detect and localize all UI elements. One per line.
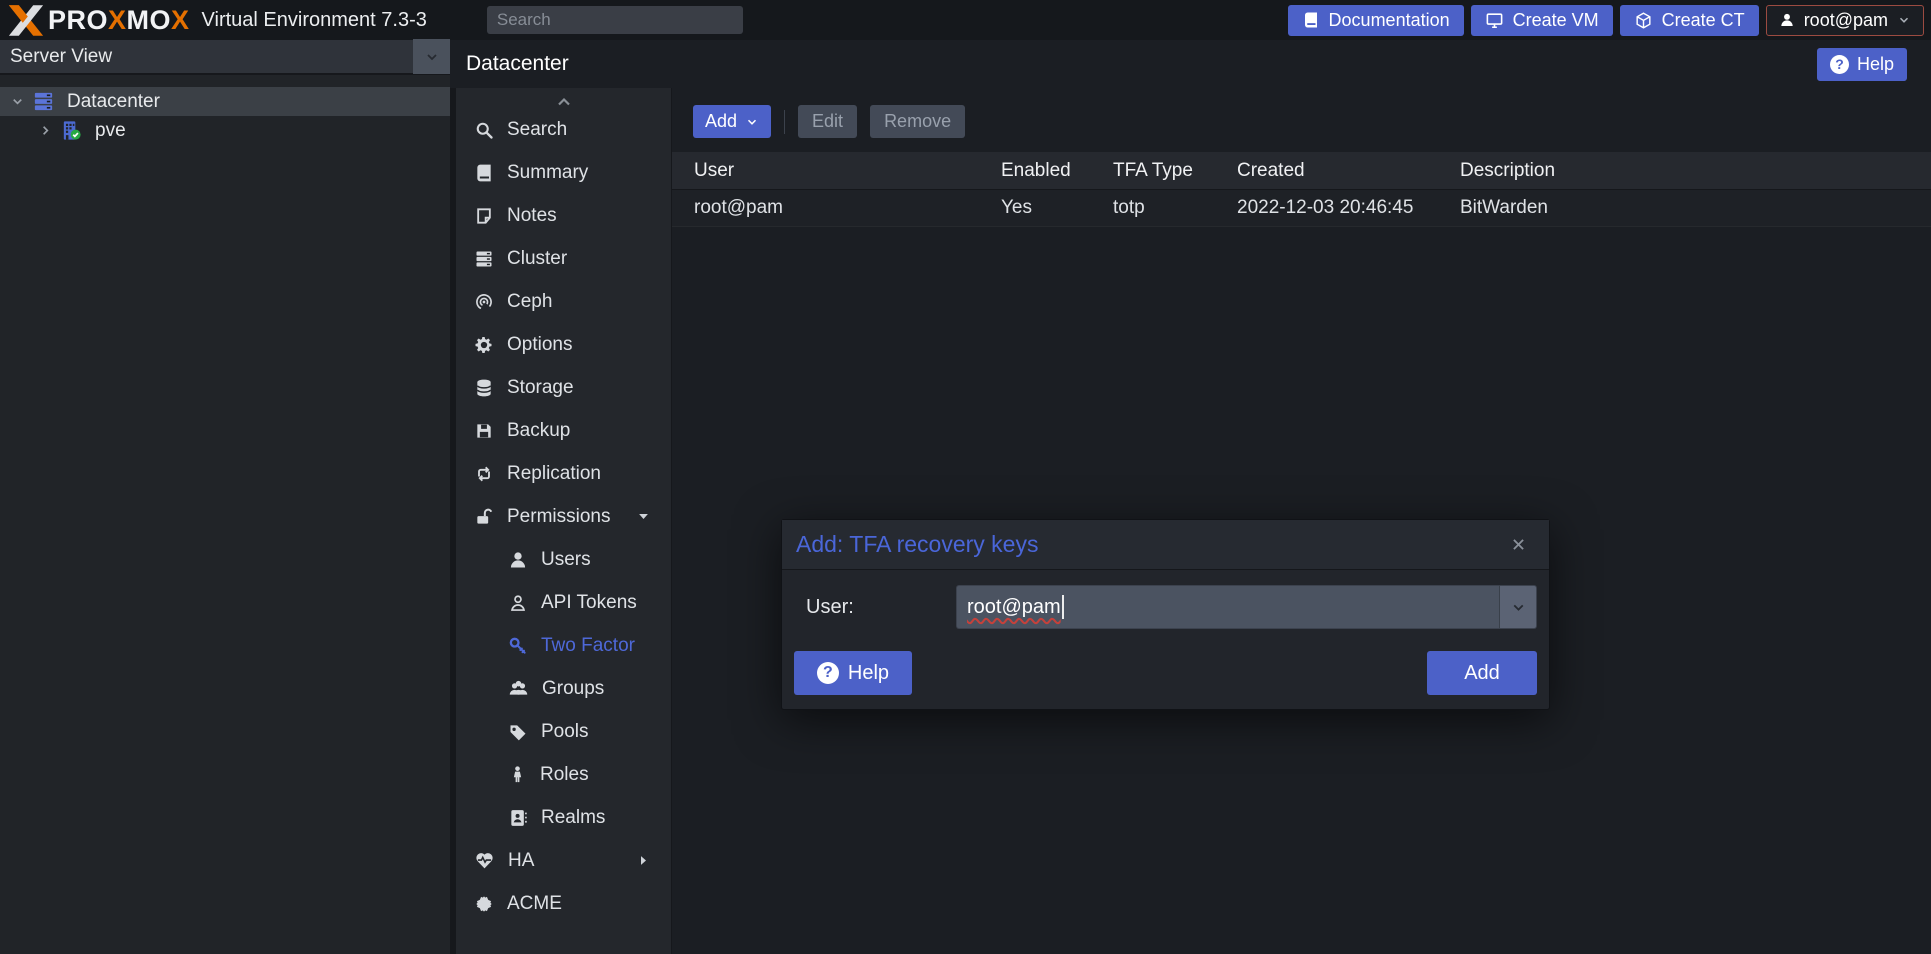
user-outline-icon bbox=[508, 593, 528, 613]
sync-arrows-icon bbox=[474, 464, 494, 484]
close-icon[interactable] bbox=[1510, 536, 1527, 553]
address-book-icon bbox=[508, 808, 528, 828]
column-header-enabled[interactable]: Enabled bbox=[1001, 160, 1113, 182]
node-icon bbox=[60, 119, 83, 142]
user-combobox-input[interactable]: root@pam bbox=[956, 585, 1499, 629]
dialog-add-button[interactable]: Add bbox=[1427, 651, 1537, 695]
top-bar: PROXMOX Virtual Environment 7.3-3 Docume… bbox=[0, 0, 1931, 40]
users-group-icon bbox=[508, 678, 529, 699]
edit-button[interactable]: Edit bbox=[798, 105, 857, 138]
nav-item-api-tokens[interactable]: API Tokens bbox=[456, 581, 671, 624]
server-stack-icon bbox=[474, 249, 494, 269]
tfa-toolbar: Add Edit Remove bbox=[672, 88, 1931, 138]
database-icon bbox=[474, 378, 494, 398]
dialog-title: Add: TFA recovery keys bbox=[796, 531, 1038, 558]
caret-down-icon bbox=[636, 509, 651, 524]
user-field-label: User: bbox=[794, 596, 956, 619]
nav-item-permissions[interactable]: Permissions bbox=[456, 495, 671, 538]
nav-item-groups[interactable]: Groups bbox=[456, 667, 671, 710]
user-combobox-trigger[interactable] bbox=[1499, 585, 1537, 629]
ceph-icon bbox=[474, 292, 494, 312]
tree-node-datacenter[interactable]: Datacenter bbox=[0, 87, 450, 116]
breadcrumb-bar: Datacenter ?Help bbox=[450, 40, 1931, 88]
create-vm-button[interactable]: Create VM bbox=[1471, 5, 1613, 36]
dialog-help-button[interactable]: ?Help bbox=[794, 651, 912, 695]
nav-item-search[interactable]: Search bbox=[456, 108, 671, 151]
datacenter-nav-panel: Search Summary Notes Cluster Ceph Option… bbox=[456, 88, 671, 954]
unlock-icon bbox=[474, 507, 494, 527]
expand-caret-icon[interactable] bbox=[38, 123, 54, 138]
certificate-seal-icon bbox=[474, 894, 494, 914]
chevron-down-icon bbox=[1510, 599, 1527, 616]
table-header-row: User Enabled TFA Type Created Descriptio… bbox=[672, 152, 1931, 190]
nav-item-realms[interactable]: Realms bbox=[456, 796, 671, 839]
chevron-down-icon bbox=[745, 115, 759, 129]
monitor-icon bbox=[1485, 11, 1504, 30]
datacenter-icon bbox=[32, 90, 55, 113]
floppy-icon bbox=[474, 421, 494, 441]
toolbar-separator bbox=[784, 110, 785, 134]
help-button[interactable]: ?Help bbox=[1817, 48, 1907, 81]
nav-item-replication[interactable]: Replication bbox=[456, 452, 671, 495]
remove-button[interactable]: Remove bbox=[870, 105, 965, 138]
nav-item-ceph[interactable]: Ceph bbox=[456, 280, 671, 323]
nav-item-two-factor[interactable]: Two Factor bbox=[456, 624, 671, 667]
column-header-user[interactable]: User bbox=[672, 160, 1001, 182]
table-row[interactable]: root@pam Yes totp 2022-12-03 20:46:45 Bi… bbox=[672, 190, 1931, 227]
scroll-up-icon[interactable] bbox=[456, 88, 671, 108]
book-icon bbox=[1302, 11, 1320, 29]
nav-item-pools[interactable]: Pools bbox=[456, 710, 671, 753]
cube-icon bbox=[1634, 11, 1653, 30]
nav-item-notes[interactable]: Notes bbox=[456, 194, 671, 237]
nav-item-users[interactable]: Users bbox=[456, 538, 671, 581]
create-ct-button[interactable]: Create CT bbox=[1620, 5, 1759, 36]
documentation-button[interactable]: Documentation bbox=[1288, 5, 1464, 36]
column-header-tfa-type[interactable]: TFA Type bbox=[1113, 160, 1237, 182]
question-icon: ? bbox=[817, 662, 839, 684]
key-icon bbox=[508, 636, 528, 656]
user-icon bbox=[1779, 12, 1795, 28]
nav-item-summary[interactable]: Summary bbox=[456, 151, 671, 194]
search-icon bbox=[474, 120, 494, 140]
caret-right-icon bbox=[636, 853, 651, 868]
tree-node-pve[interactable]: pve bbox=[0, 116, 450, 145]
note-icon bbox=[474, 206, 494, 226]
view-selector[interactable]: Server View bbox=[0, 40, 450, 75]
version-label: Virtual Environment 7.3-3 bbox=[202, 9, 427, 32]
global-search-input[interactable] bbox=[487, 6, 743, 34]
book-icon bbox=[474, 163, 494, 183]
nav-item-acme[interactable]: ACME bbox=[456, 882, 671, 925]
proxmox-wordmark: PROXMOX bbox=[48, 5, 190, 36]
user-menu-button[interactable]: root@pam bbox=[1766, 5, 1924, 36]
nav-item-storage[interactable]: Storage bbox=[456, 366, 671, 409]
add-tfa-recovery-keys-dialog: Add: TFA recovery keys User: root@pam ?H… bbox=[781, 519, 1550, 710]
gear-icon bbox=[474, 335, 494, 355]
question-icon: ? bbox=[1830, 55, 1849, 74]
user-icon bbox=[508, 550, 528, 570]
proxmox-logo-icon bbox=[8, 4, 44, 37]
view-selector-trigger[interactable] bbox=[413, 39, 450, 74]
tag-icon bbox=[508, 722, 528, 742]
breadcrumb: Datacenter bbox=[466, 52, 569, 76]
tfa-table: User Enabled TFA Type Created Descriptio… bbox=[672, 152, 1931, 227]
nav-item-ha[interactable]: HA bbox=[456, 839, 671, 882]
dialog-header[interactable]: Add: TFA recovery keys bbox=[782, 520, 1549, 570]
chevron-down-icon bbox=[1897, 13, 1911, 27]
add-button[interactable]: Add bbox=[693, 105, 771, 138]
nav-item-roles[interactable]: Roles bbox=[456, 753, 671, 796]
nav-item-backup[interactable]: Backup bbox=[456, 409, 671, 452]
nav-item-cluster[interactable]: Cluster bbox=[456, 237, 671, 280]
resource-tree-panel: Server View Datacenter pve bbox=[0, 40, 450, 954]
person-icon bbox=[508, 765, 527, 784]
heartbeat-icon bbox=[474, 850, 495, 871]
nav-item-options[interactable]: Options bbox=[456, 323, 671, 366]
column-header-description[interactable]: Description bbox=[1460, 160, 1931, 182]
collapse-caret-icon[interactable] bbox=[10, 94, 26, 109]
user-combobox: root@pam bbox=[956, 585, 1537, 629]
text-cursor bbox=[1062, 595, 1064, 619]
column-header-created[interactable]: Created bbox=[1237, 160, 1460, 182]
chevron-down-icon bbox=[424, 49, 440, 65]
